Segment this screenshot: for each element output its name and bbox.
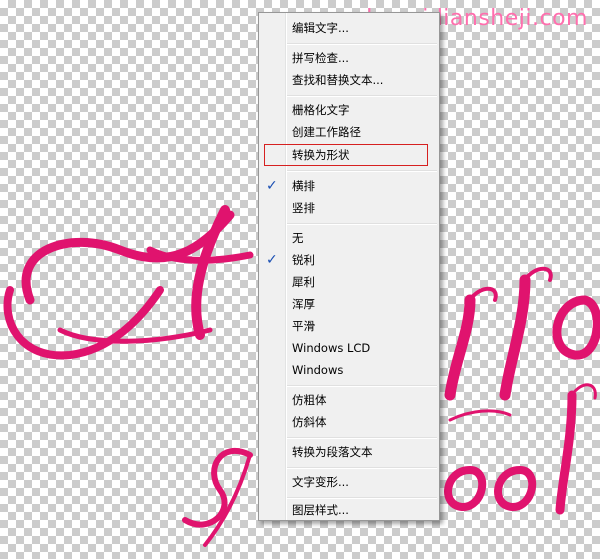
menu-separator: [287, 437, 437, 439]
menu-item-horizontal[interactable]: ✓ 横排: [259, 175, 439, 197]
menu-item-label: 创建工作路径: [292, 125, 361, 139]
menu-item-convert-to-paragraph[interactable]: 转换为段落文本: [259, 441, 439, 463]
menu-separator: [287, 170, 437, 172]
menu-item-edit-text[interactable]: 编辑文字...: [259, 17, 439, 39]
menu-item-antialias-smooth[interactable]: 平滑: [259, 315, 439, 337]
menu-separator: [287, 223, 437, 225]
menu-item-antialias-none[interactable]: 无: [259, 227, 439, 249]
menu-item-label: 编辑文字...: [292, 21, 349, 35]
menu-separator: [287, 467, 437, 469]
menu-item-antialias-windows-lcd[interactable]: Windows LCD: [259, 337, 439, 359]
menu-item-label: 栅格化文字: [292, 103, 350, 117]
menu-separator: [287, 385, 437, 387]
menu-item-label: 拼写检查...: [292, 51, 349, 65]
menu-item-antialias-strong[interactable]: 浑厚: [259, 293, 439, 315]
menu-item-create-work-path[interactable]: 创建工作路径: [259, 121, 439, 143]
menu-item-label: Windows LCD: [292, 341, 371, 355]
menu-item-antialias-sharp[interactable]: ✓ 锐利: [259, 249, 439, 271]
menu-item-label: 平滑: [292, 319, 315, 333]
menu-item-label: 转换为段落文本: [292, 445, 373, 459]
menu-item-find-replace[interactable]: 查找和替换文本...: [259, 69, 439, 91]
menu-item-warp-text[interactable]: 文字变形...: [259, 471, 439, 493]
menu-item-label: 仿粗体: [292, 393, 327, 407]
menu-item-faux-italic[interactable]: 仿斜体: [259, 411, 439, 433]
menu-item-faux-bold[interactable]: 仿粗体: [259, 389, 439, 411]
menu-item-layer-style[interactable]: 图层样式...: [259, 499, 439, 521]
menu-item-label: 竖排: [292, 201, 315, 215]
menu-item-label: 仿斜体: [292, 415, 327, 429]
menu-item-rasterize-type[interactable]: 栅格化文字: [259, 99, 439, 121]
menu-item-spell-check[interactable]: 拼写检查...: [259, 47, 439, 69]
menu-item-label: Windows: [292, 363, 344, 377]
menu-item-label: 转换为形状: [292, 148, 350, 162]
menu-item-vertical[interactable]: 竖排: [259, 197, 439, 219]
menu-item-label: 浑厚: [292, 297, 315, 311]
menu-item-label: 图层样式...: [292, 503, 349, 517]
menu-item-convert-to-shape[interactable]: 转换为形状: [264, 144, 428, 166]
menu-item-antialias-crisp[interactable]: 犀利: [259, 271, 439, 293]
text-layer-context-menu: 编辑文字... 拼写检查... 查找和替换文本... 栅格化文字 创建工作路径 …: [258, 12, 440, 521]
menu-item-label: 无: [292, 231, 304, 245]
menu-item-label: 锐利: [292, 253, 315, 267]
menu-item-label: 犀利: [292, 275, 315, 289]
menu-item-label: 查找和替换文本...: [292, 73, 384, 87]
menu-separator: [287, 95, 437, 97]
menu-separator: [287, 43, 437, 45]
checkmark-icon: ✓: [266, 252, 278, 268]
menu-item-label: 文字变形...: [292, 475, 349, 489]
menu-item-label: 横排: [292, 179, 315, 193]
checkmark-icon: ✓: [266, 178, 278, 194]
menu-item-antialias-windows[interactable]: Windows: [259, 359, 439, 381]
